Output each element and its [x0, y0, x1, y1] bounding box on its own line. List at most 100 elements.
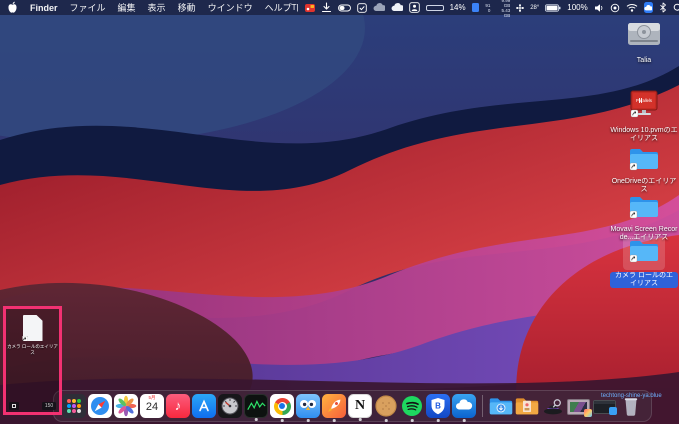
bluetooth-icon: [659, 2, 667, 13]
movavi-status-icon[interactable]: [305, 3, 315, 13]
desktop-icon-onedrive-alias[interactable]: OneDriveのエイリアス: [610, 146, 678, 194]
running-indicator: [385, 419, 388, 422]
folder-alias-icon: [629, 238, 659, 263]
tasks-status-icon[interactable]: [357, 3, 367, 13]
network-speed-values: 91 0: [485, 3, 490, 13]
bluetooth-status-icon[interactable]: [659, 2, 667, 13]
running-indicator: [437, 419, 440, 422]
alfred-hat-icon: [541, 394, 565, 418]
desktop-icon-windows10[interactable]: Parallels Windows 10.pvmのエイリアス: [610, 90, 678, 143]
spotlight-search-icon[interactable]: [673, 3, 679, 13]
dock-photos[interactable]: [114, 394, 138, 418]
menu-help[interactable]: ヘルプ: [265, 1, 292, 14]
menu-bar: Finder ファイル 編集 表示 移動 ウインドウ ヘルプ T|: [0, 0, 679, 15]
biscuit-icon: [374, 394, 398, 418]
desktop-icon-camera-roll-alias[interactable]: カメラ ロールのエイリアス: [610, 236, 678, 288]
downloads-folder-icon: [489, 394, 513, 418]
document-alias-icon[interactable]: [23, 315, 43, 341]
dock-minimized-window-1[interactable]: [567, 394, 591, 418]
safari-icon: [88, 394, 112, 418]
parallels-brand-text: Parallels: [636, 98, 652, 103]
bird-icon: [296, 394, 320, 418]
memory-usage[interactable]: 9.99 GB 5.43 GB: [496, 0, 510, 18]
cloud-white-icon: [391, 3, 403, 12]
menu-go[interactable]: 移動: [178, 1, 196, 14]
screen-share-status-icon[interactable]: [409, 2, 420, 13]
download-icon: [321, 2, 332, 13]
network-speed-icon[interactable]: [472, 3, 480, 12]
dock-bitwarden[interactable]: B: [426, 394, 450, 418]
rocket-icon: [322, 394, 346, 418]
app-badge: [584, 409, 592, 417]
folder-alias-icon: [629, 194, 659, 219]
blue-app-status-icon[interactable]: [644, 2, 653, 13]
capture-tool-badge[interactable]: [9, 402, 19, 410]
alias-arrow-icon: [21, 336, 28, 343]
dock-safari[interactable]: [88, 394, 112, 418]
desktop-icon-talia[interactable]: Talia: [610, 20, 678, 65]
capture-size-badge: 150: [42, 402, 56, 410]
dock-app-store[interactable]: [192, 394, 216, 418]
cloud-sync-paused-icon[interactable]: [373, 3, 385, 12]
launchpad-icon: [62, 394, 86, 418]
dock-spotify[interactable]: [400, 394, 424, 418]
status-text-tool[interactable]: T|: [292, 3, 299, 12]
search-icon: [673, 3, 679, 13]
cloud-sync-icon[interactable]: [391, 3, 403, 12]
progress-percent: 14%: [450, 3, 466, 12]
dock-separator: [482, 395, 483, 417]
download-status-icon[interactable]: [321, 2, 332, 13]
menu-finder[interactable]: Finder: [30, 3, 58, 13]
desktop-screen: Finder ファイル 編集 表示 移動 ウインドウ ヘルプ T|: [0, 0, 679, 424]
app-badge: [609, 407, 617, 415]
running-indicator: [463, 419, 466, 422]
photos-icon: [114, 394, 138, 418]
pill-icon: [338, 4, 351, 12]
menu-view[interactable]: 表示: [148, 1, 166, 14]
menu-edit[interactable]: 編集: [118, 1, 136, 14]
apple-logo-icon: [7, 1, 18, 14]
parallels-vm-icon: Parallels: [627, 90, 661, 120]
dock-onedrive[interactable]: [452, 394, 476, 418]
dock-biscuit[interactable]: [374, 394, 398, 418]
person-frame-icon: [409, 2, 420, 13]
desktop-icon-movavi-alias[interactable]: Movavi Screen Recorde...エイリアス: [610, 194, 678, 242]
dock-rocket-app[interactable]: [322, 394, 346, 418]
wifi-status-icon[interactable]: [626, 3, 638, 12]
capture-selection-box[interactable]: カメラ ロールのエイリアス 150: [3, 306, 62, 415]
volume-status-icon[interactable]: [594, 3, 604, 13]
icon-label: Windows 10.pvmのエイリアス: [610, 127, 678, 143]
folder-alias-icon: [629, 146, 659, 171]
record-status-icon[interactable]: [610, 3, 620, 13]
activity-graph-icon: [245, 395, 267, 417]
dock-disk-speed-test[interactable]: [218, 394, 242, 418]
icon-label: OneDriveのエイリアス: [610, 178, 678, 194]
music-note-icon: ♪: [166, 394, 190, 418]
dock-twitter-client[interactable]: [296, 394, 320, 418]
dock-notion[interactable]: N: [348, 394, 372, 418]
menu-window[interactable]: ウインドウ: [208, 1, 253, 14]
dock-downloads-folder[interactable]: [489, 394, 513, 418]
running-indicator: [307, 419, 310, 422]
running-indicator: [281, 419, 284, 422]
dock-launchpad[interactable]: [62, 394, 86, 418]
dock-system-monitor[interactable]: [244, 394, 268, 418]
wifi-icon: [626, 3, 638, 12]
dock-alfred[interactable]: [541, 394, 565, 418]
fan-temp-status[interactable]: [516, 4, 524, 12]
dock-calendar[interactable]: 5月 24: [140, 394, 164, 418]
running-indicator: [411, 419, 414, 422]
capture-file-label: カメラ ロールのエイリアス: [6, 344, 59, 355]
battery-status-icon[interactable]: [545, 4, 561, 12]
speaker-icon: [594, 3, 604, 13]
apple-menu[interactable]: [7, 1, 18, 14]
cloud-grey-icon: [373, 3, 385, 12]
record-circle-icon: [610, 3, 620, 13]
toggle-pill-status-icon[interactable]: [338, 4, 351, 12]
chrome-icon: [274, 398, 291, 415]
stop-square-icon: [12, 404, 16, 408]
dock-music[interactable]: ♪: [166, 394, 190, 418]
dock-orange-folder[interactable]: [515, 394, 539, 418]
menu-file[interactable]: ファイル: [70, 1, 106, 14]
dock-chrome[interactable]: [270, 394, 294, 418]
